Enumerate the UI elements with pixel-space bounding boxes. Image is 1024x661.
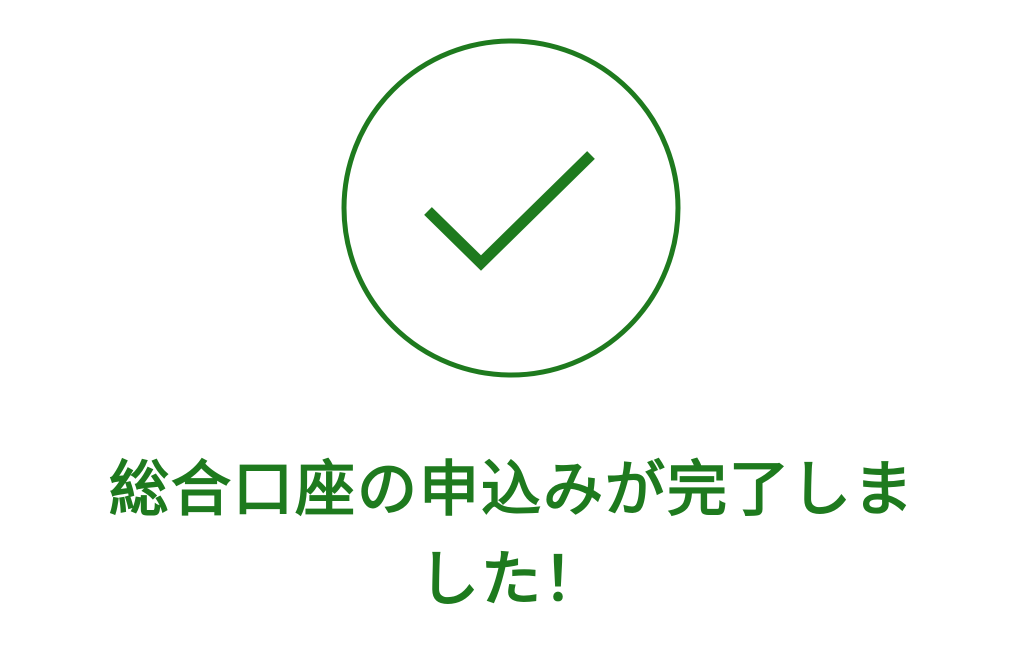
completion-message-line-1: 総合口座の申込みが完了しま	[109, 455, 915, 525]
checkmark-circle-svg	[341, 38, 681, 378]
completion-message: 総合口座の申込みが完了しま した！	[40, 445, 984, 625]
completion-screen: 総合口座の申込みが完了しま した！	[0, 0, 1024, 661]
checkmark-icon	[424, 151, 595, 271]
checkmark-circle-icon	[341, 38, 681, 378]
status-circle	[341, 38, 681, 378]
completion-message-line-2: した！	[419, 545, 605, 615]
